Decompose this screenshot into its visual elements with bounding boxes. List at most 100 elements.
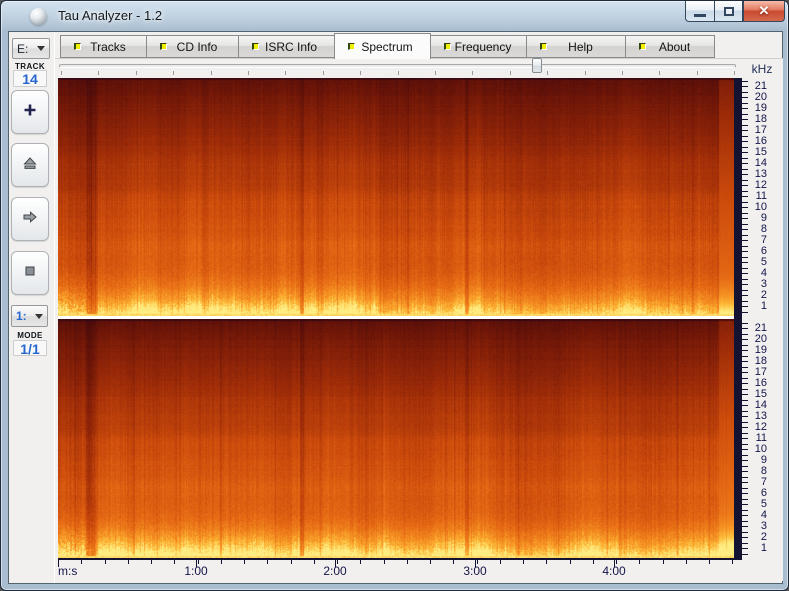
tab-isrc-info[interactable]: ISRC Info <box>238 35 335 58</box>
add-icon <box>21 101 39 124</box>
chevron-down-icon <box>35 314 43 319</box>
time-tick <box>81 560 82 564</box>
time-minute-label: 2:00 <box>317 564 353 578</box>
spectrogram-right-channel <box>58 319 734 558</box>
time-tick <box>500 560 501 564</box>
tab-led-icon <box>348 43 355 50</box>
time-tick <box>453 560 454 564</box>
slider-tick <box>173 71 174 75</box>
slider-tick <box>472 71 473 75</box>
tab-cd-info[interactable]: CD Info <box>146 35 239 58</box>
time-minute-label: 1:00 <box>178 564 214 578</box>
mode-value: 1/1 <box>13 340 47 356</box>
eject-icon <box>21 154 39 177</box>
minimize-icon <box>694 14 706 17</box>
time-tick <box>570 560 571 564</box>
eject-button[interactable] <box>11 143 49 187</box>
titlebar[interactable]: Tau Analyzer - 1.2 ✕ <box>1 1 788 31</box>
time-tick <box>174 560 175 564</box>
position-slider[interactable] <box>59 64 736 68</box>
tab-led-icon <box>74 43 81 50</box>
play-icon <box>21 208 39 231</box>
time-tick <box>384 560 385 564</box>
window-title: Tau Analyzer - 1.2 <box>58 8 162 23</box>
slider-tick <box>659 71 660 75</box>
time-tick <box>430 560 431 564</box>
time-minute-label: 3:00 <box>457 564 493 578</box>
play-button[interactable] <box>11 197 49 241</box>
time-tick <box>593 560 594 564</box>
close-button[interactable]: ✕ <box>743 1 785 22</box>
tab-help[interactable]: Help <box>526 35 626 58</box>
slider-tick <box>435 71 436 75</box>
frequency-label: 1 <box>745 542 767 554</box>
add-button[interactable] <box>11 90 49 134</box>
time-tick <box>523 560 524 564</box>
tab-led-icon <box>540 43 547 50</box>
slider-tick <box>248 71 249 75</box>
position-slider-thumb[interactable] <box>532 58 542 73</box>
minimize-button[interactable] <box>685 1 714 22</box>
time-minute-label: 4:00 <box>596 564 632 578</box>
time-tick <box>291 560 292 564</box>
tab-label: Frequency <box>451 40 526 54</box>
slider-tick <box>61 71 62 75</box>
frequency-tick <box>742 312 748 313</box>
slider-tick <box>211 71 212 75</box>
close-icon: ✕ <box>759 3 770 19</box>
tab-label: Help <box>547 40 625 54</box>
tab-led-icon <box>252 43 259 50</box>
time-tick <box>151 560 152 564</box>
chevron-down-icon <box>37 46 45 51</box>
maximize-icon <box>724 7 734 16</box>
frequency-tick <box>742 554 748 555</box>
tab-led-icon <box>160 43 167 50</box>
track-number: 14 <box>13 70 47 87</box>
frequency-unit-label: kHz <box>742 62 782 76</box>
time-tick <box>314 560 315 564</box>
time-tick <box>732 560 733 564</box>
slider-tick <box>734 71 735 75</box>
slider-tick <box>697 71 698 75</box>
frequency-label: 1 <box>745 300 767 312</box>
mode-select-value: 1: <box>16 309 27 323</box>
slider-tick <box>136 71 137 75</box>
tab-led-icon <box>639 43 646 50</box>
time-tick <box>546 560 547 564</box>
tab-label: CD Info <box>167 40 238 54</box>
slider-tick <box>98 71 99 75</box>
time-tick <box>221 560 222 564</box>
time-tick <box>244 560 245 564</box>
slider-tick <box>510 71 511 75</box>
tab-spectrum[interactable]: Spectrum <box>334 33 431 59</box>
time-tick <box>105 560 106 564</box>
drive-select-value: E: <box>17 42 28 56</box>
time-tick <box>686 560 687 564</box>
tab-frequency[interactable]: Frequency <box>430 35 527 58</box>
slider-tick <box>547 71 548 75</box>
spectrogram-left-channel <box>58 78 734 316</box>
drive-select[interactable]: E: <box>12 38 50 59</box>
tab-about[interactable]: About <box>625 35 715 58</box>
tab-label: About <box>646 40 714 54</box>
slider-tick <box>622 71 623 75</box>
slider-tick <box>323 71 324 75</box>
maximize-button[interactable] <box>714 1 743 22</box>
tab-label: Spectrum <box>355 40 430 54</box>
slider-tick <box>285 71 286 75</box>
app-window: Tau Analyzer - 1.2 ✕ E: TRACK 14 1: MODE… <box>0 0 789 591</box>
mode-select[interactable]: 1: <box>11 305 48 327</box>
slider-tick <box>585 71 586 75</box>
time-tick <box>360 560 361 564</box>
time-tick <box>407 560 408 564</box>
stop-icon <box>21 262 39 285</box>
app-icon <box>30 8 47 25</box>
tab-label: Tracks <box>81 40 146 54</box>
time-tick <box>267 560 268 564</box>
mode-label: MODE <box>9 331 51 340</box>
tab-tracks[interactable]: Tracks <box>60 35 147 58</box>
tab-led-icon <box>444 43 451 50</box>
slider-tick <box>398 71 399 75</box>
stop-button[interactable] <box>11 251 49 295</box>
time-tick <box>663 560 664 564</box>
